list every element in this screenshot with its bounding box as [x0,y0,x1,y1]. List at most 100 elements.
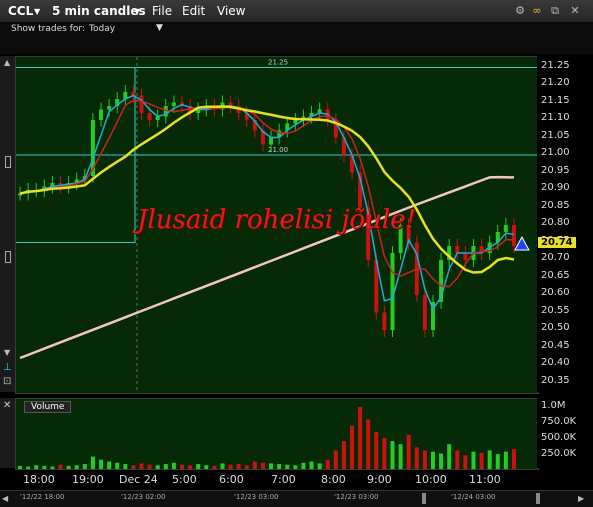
time-tick-label: 5:00 [172,473,197,486]
volume-tick-label: 500.0K [541,432,577,443]
volume-bar [293,465,298,469]
volume-bar [333,450,338,469]
scroll-down-icon[interactable]: ▼ [4,348,10,357]
symbol-chevron-down-icon[interactable]: ▼ [34,7,40,16]
price-tick-label: 21.20 [541,77,570,88]
show-trades-label: Show trades for: [11,24,85,34]
interval-selector[interactable]: 5 min candles [52,4,146,18]
time-scrollbar[interactable]: ◀ ▶ '12/22 18:00 '12/23 02:00 '12/23 03:00… [0,490,593,507]
volume-bar [131,465,136,469]
price-tick-label: 20.90 [541,182,570,193]
candle-body [139,95,144,113]
time-tick-label: 9:00 [367,473,392,486]
volume-panel[interactable]: Volume [15,398,539,470]
volume-bar [155,465,160,469]
volume-bar [406,434,411,469]
scrollbar-thumb-left[interactable] [422,493,426,504]
volume-bar [479,452,484,469]
close-icon[interactable]: ✕ [569,5,581,17]
volume-bar [107,461,112,469]
menu-file[interactable]: File [152,4,172,18]
volume-bar [171,462,176,469]
volume-bar [366,419,371,469]
volume-bar [115,462,120,469]
panel-resize-handle[interactable] [5,156,11,168]
menu-edit[interactable]: Edit [182,4,205,18]
volume-bar [463,455,468,469]
price-chart-panel[interactable]: 21.25 21.00 Jlusaid rohelisi jõule! [15,56,539,394]
panel-resize-handle-2[interactable] [5,251,11,263]
price-tick-label: 20.50 [541,322,570,333]
last-trade-marker-icon [514,235,530,251]
volume-bar [58,464,63,469]
price-tick-label: 21.15 [541,94,570,106]
candle-body [422,295,427,330]
last-price-tag: 20.74 [538,237,576,248]
price-tick-label: 20.95 [541,164,570,176]
scroll-left-icon[interactable]: ◀ [2,494,8,503]
volume-bar [447,444,452,469]
volume-bar [471,451,476,469]
detach-icon[interactable]: ⧉ [549,5,561,17]
volume-bar [82,464,87,469]
volume-bar [309,461,314,469]
volume-bar [350,425,355,469]
price-tick-label: 20.45 [541,339,570,351]
time-tick-label: 8:00 [321,473,346,486]
price-tick-label: 21.05 [541,129,570,141]
price-tick-label: 20.80 [541,217,570,228]
volume-bar [414,447,419,469]
settings-icon[interactable]: ⚙ [514,5,526,17]
crosshair-icon[interactable]: ⊡ [3,376,11,387]
volume-bar [147,464,152,469]
time-tick-label: 7:00 [271,473,296,486]
volume-bar [430,451,435,469]
trades-chevron-down-icon[interactable]: ▼ [156,23,163,33]
volume-tick-label: 1.0M [541,400,566,411]
candle-body [107,106,112,110]
volume-bar [196,464,201,469]
price-tick-label: 20.85 [541,199,570,211]
volume-bar [228,464,233,469]
price-tick-label: 20.60 [541,287,570,298]
close-volume-icon[interactable]: ✕ [3,400,11,411]
candle-body [99,109,104,120]
scroll-date-label: '12/22 18:00 [20,493,65,501]
candle-body [171,102,176,106]
menu-view[interactable]: View [217,4,245,18]
scroll-up-icon[interactable]: ▲ [4,58,10,67]
price-tick-label: 20.35 [541,374,570,386]
volume-bar [511,449,516,469]
volume-bar [341,441,346,469]
volume-chart [18,407,516,469]
candle-body [269,137,274,145]
time-tick-label: 11:00 [469,473,501,486]
link-icon[interactable]: ∞ [531,5,543,17]
volume-bar [455,450,460,469]
volume-bar [252,461,257,469]
candle-body [382,312,387,330]
show-trades-select[interactable]: Today [89,24,115,34]
price-tick-label: 20.65 [541,269,570,281]
price-tick-label: 20.55 [541,304,570,316]
left-tool-strip: ▲ ▼ ⊥ ⊡ [0,56,15,392]
scrollbar-thumb-right[interactable] [536,493,540,504]
chart-tool-icon[interactable]: ⊥ [3,362,12,373]
volume-bar [90,456,95,469]
interval-chevron-down-icon[interactable]: ▼ [134,7,140,16]
volume-bar [123,464,128,469]
scroll-date-label: '12/23 03:00 [334,493,379,501]
volume-bar [358,407,363,469]
volume-bar [382,438,387,469]
symbol-selector[interactable]: CCL [8,4,33,18]
candle-body [511,225,516,246]
volume-bar [18,465,23,469]
volume-bar [236,464,241,469]
volume-bar [277,464,282,469]
scroll-right-icon[interactable]: ▶ [578,494,584,503]
time-tick-label: 6:00 [219,473,244,486]
price-tick-label: 21.10 [541,112,570,123]
time-axis: 18:00 19:00 Dec 24 5:00 6:00 7:00 8:00 9:00 10:0… [15,470,537,490]
price-tick-label: 20.40 [541,357,570,368]
volume-bar [495,454,500,469]
